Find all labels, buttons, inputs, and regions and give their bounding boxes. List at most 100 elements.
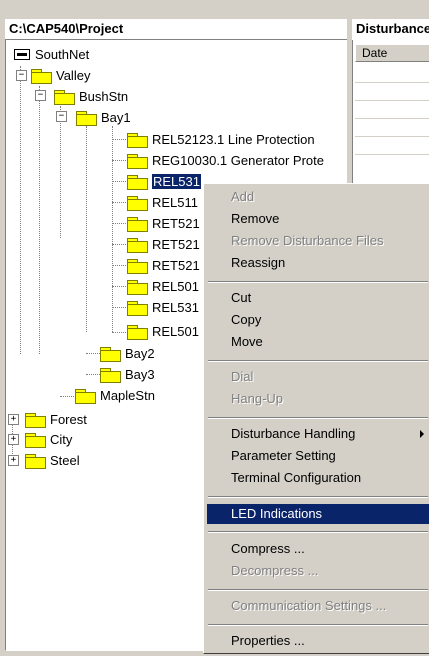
table-row bbox=[355, 118, 429, 119]
folder-icon bbox=[75, 388, 96, 404]
tree-node-label: RET521 bbox=[152, 258, 200, 273]
folder-icon bbox=[25, 432, 46, 448]
folder-icon bbox=[25, 412, 46, 428]
menu-item-decompress[interactable]: Decompress ... bbox=[207, 561, 429, 581]
menu-item-parameter-setting[interactable]: Parameter Setting bbox=[207, 446, 429, 466]
tree-line bbox=[112, 223, 126, 224]
menu-item-properties[interactable]: Properties ... bbox=[207, 631, 429, 651]
tree-line bbox=[60, 106, 61, 238]
tree-node-label: REL501 bbox=[152, 279, 199, 294]
tree-node-ied[interactable]: REL501 bbox=[127, 277, 199, 296]
tree-node-ied[interactable]: REL511 bbox=[127, 193, 198, 212]
menu-item-led-indications[interactable]: LED Indications bbox=[207, 504, 429, 524]
folder-icon bbox=[54, 89, 75, 105]
collapse-icon[interactable]: − bbox=[56, 111, 67, 122]
tree-line bbox=[112, 202, 126, 203]
tree-node-label: City bbox=[50, 432, 73, 447]
tree-node-bay3[interactable]: Bay3 bbox=[100, 365, 155, 384]
tree-node-bay2[interactable]: Bay2 bbox=[100, 344, 155, 363]
folder-icon bbox=[127, 300, 148, 316]
menu-item-copy[interactable]: Copy bbox=[207, 310, 429, 330]
menu-item-remove[interactable]: Remove bbox=[207, 209, 429, 229]
folder-icon bbox=[100, 367, 121, 383]
folder-icon bbox=[127, 237, 148, 253]
tree-node-city[interactable]: City bbox=[25, 430, 72, 449]
tree-node-ied[interactable]: REL501 bbox=[127, 322, 199, 341]
table-row bbox=[355, 154, 429, 155]
tree-node-label: RET521 bbox=[152, 237, 200, 252]
folder-icon bbox=[127, 132, 148, 148]
tree-node-ied[interactable]: REL531 bbox=[127, 298, 199, 317]
tree-line bbox=[60, 396, 74, 397]
tree-node-steel[interactable]: Steel bbox=[25, 451, 80, 470]
tree-node-ied-selected[interactable]: REL531 bbox=[127, 172, 201, 191]
menu-item-reassign[interactable]: Reassign bbox=[207, 253, 429, 273]
folder-icon bbox=[127, 153, 148, 169]
table-row bbox=[355, 100, 429, 101]
project-path-title: C:\CAP540\Project bbox=[5, 19, 347, 40]
tree-line bbox=[112, 286, 126, 287]
tree-node-ied[interactable]: RET521 bbox=[127, 256, 200, 275]
tree-line bbox=[112, 244, 126, 245]
tree-node-ied[interactable]: REG10030.1 Generator Prote bbox=[127, 151, 324, 170]
folder-icon bbox=[100, 346, 121, 362]
tree-node-ied[interactable]: REL52123.1 Line Protection bbox=[127, 130, 315, 149]
tree-node-label: SouthNet bbox=[35, 47, 90, 62]
menu-item-hang-up[interactable]: Hang-Up bbox=[207, 389, 429, 409]
menu-separator bbox=[208, 496, 428, 498]
folder-icon bbox=[127, 216, 148, 232]
menu-separator bbox=[208, 281, 428, 283]
table-row bbox=[355, 136, 429, 137]
menu-item-dial[interactable]: Dial bbox=[207, 367, 429, 387]
tree-line bbox=[86, 126, 87, 332]
tree-line bbox=[112, 181, 126, 182]
folder-icon bbox=[127, 258, 148, 274]
tree-node-bay1[interactable]: Bay1 bbox=[76, 108, 131, 127]
tree-node-ied[interactable]: RET521 bbox=[127, 214, 200, 233]
tree-node-forest[interactable]: Forest bbox=[25, 410, 87, 429]
tree-node-label: Forest bbox=[50, 412, 87, 427]
tree-node-label: Bay2 bbox=[125, 346, 155, 361]
date-column-header[interactable]: Date bbox=[355, 44, 429, 62]
context-menu: Add Remove Remove Disturbance Files Reas… bbox=[203, 183, 429, 654]
collapse-icon[interactable]: − bbox=[35, 90, 46, 101]
tree-line bbox=[20, 66, 21, 354]
folder-icon bbox=[25, 453, 46, 469]
menu-item-communication-settings[interactable]: Communication Settings ... bbox=[207, 596, 429, 616]
expand-icon[interactable]: + bbox=[8, 434, 19, 445]
menu-item-add[interactable]: Add bbox=[207, 187, 429, 207]
tree-node-southnet[interactable]: SouthNet bbox=[14, 45, 89, 64]
tree-node-bushstn[interactable]: BushStn bbox=[54, 87, 128, 106]
menu-separator bbox=[208, 624, 428, 626]
menu-item-terminal-configuration[interactable]: Terminal Configuration bbox=[207, 468, 429, 488]
tree-node-maplestn[interactable]: MapleStn bbox=[75, 386, 155, 405]
menu-separator bbox=[208, 417, 428, 419]
tree-node-ied[interactable]: RET521 bbox=[127, 235, 200, 254]
tree-line bbox=[112, 126, 113, 332]
tree-node-valley[interactable]: Valley bbox=[31, 66, 90, 85]
collapse-icon[interactable]: − bbox=[16, 70, 27, 81]
tree-line bbox=[112, 139, 126, 140]
network-icon bbox=[14, 49, 30, 60]
folder-icon bbox=[127, 324, 148, 340]
folder-icon bbox=[127, 279, 148, 295]
tree-node-label: REL511 bbox=[152, 195, 199, 210]
folder-icon bbox=[127, 195, 148, 211]
menu-item-disturbance-handling[interactable]: Disturbance Handling bbox=[207, 424, 429, 444]
tree-node-label: Valley bbox=[56, 68, 91, 83]
tree-line bbox=[86, 374, 100, 375]
tree-line bbox=[112, 265, 126, 266]
tree-line bbox=[112, 307, 126, 308]
menu-item-compress[interactable]: Compress ... bbox=[207, 539, 429, 559]
disturbance-panel-title: Disturbance bbox=[352, 19, 429, 40]
tree-node-label: Bay3 bbox=[125, 367, 155, 382]
application-window: C:\CAP540\Project SouthNet − Valley − Bu… bbox=[0, 0, 429, 656]
expand-icon[interactable]: + bbox=[8, 455, 19, 466]
tree-node-label: REL531 bbox=[152, 300, 199, 315]
menu-item-move[interactable]: Move bbox=[207, 332, 429, 352]
menu-item-remove-disturbance-files[interactable]: Remove Disturbance Files bbox=[207, 231, 429, 251]
menu-separator bbox=[208, 531, 428, 533]
expand-icon[interactable]: + bbox=[8, 414, 19, 425]
menu-item-cut[interactable]: Cut bbox=[207, 288, 429, 308]
tree-node-label: Steel bbox=[50, 453, 80, 468]
